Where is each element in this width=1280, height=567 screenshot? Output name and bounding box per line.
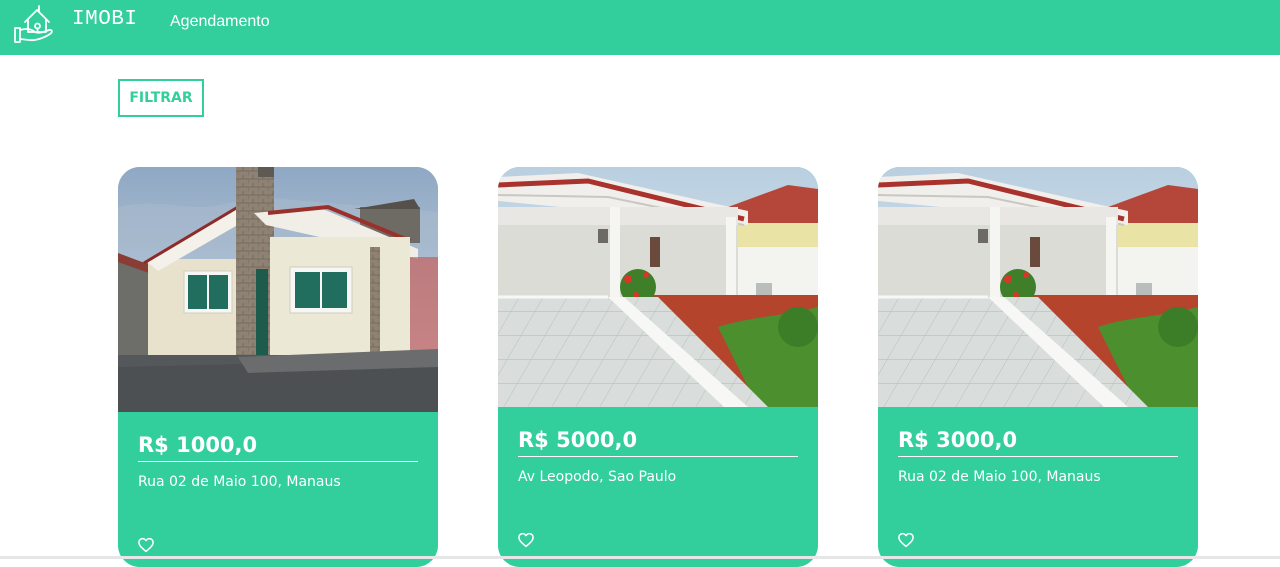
listing-info: R$ 5000,0 Av Leopodo, Sao Paulo xyxy=(498,407,818,567)
listing-address: Rua 02 de Maio 100, Manaus xyxy=(138,474,341,490)
listing-address: Av Leopodo, Sao Paulo xyxy=(518,469,677,485)
house-photo[interactable] xyxy=(498,167,818,407)
heart-icon[interactable] xyxy=(517,531,535,549)
house-photo[interactable] xyxy=(118,167,438,412)
listing-card[interactable]: R$ 1000,0 Rua 02 de Maio 100, Manaus xyxy=(118,167,438,567)
listing-address: Rua 02 de Maio 100, Manaus xyxy=(898,469,1101,485)
price-divider xyxy=(138,461,418,462)
heart-icon[interactable] xyxy=(897,531,915,549)
listing-card[interactable]: R$ 3000,0 Rua 02 de Maio 100, Manaus xyxy=(878,167,1198,567)
listing-price: R$ 5000,0 xyxy=(518,428,638,452)
price-divider xyxy=(518,456,798,457)
house-in-hand-icon[interactable] xyxy=(13,2,55,44)
heart-icon[interactable] xyxy=(137,536,155,554)
listing-info: R$ 1000,0 Rua 02 de Maio 100, Manaus xyxy=(118,412,438,567)
filter-button[interactable]: FILTRAR xyxy=(118,79,204,117)
listing-price: R$ 3000,0 xyxy=(898,428,1018,452)
listing-info: R$ 3000,0 Rua 02 de Maio 100, Manaus xyxy=(878,407,1198,567)
brand-name[interactable]: IMOBI xyxy=(72,8,138,31)
house-photo[interactable] xyxy=(878,167,1198,407)
listing-price: R$ 1000,0 xyxy=(138,433,258,457)
nav-agendamento[interactable]: Agendamento xyxy=(170,13,270,31)
listing-card[interactable]: R$ 5000,0 Av Leopodo, Sao Paulo xyxy=(498,167,818,567)
price-divider xyxy=(898,456,1178,457)
top-bar: IMOBI Agendamento xyxy=(0,0,1280,55)
